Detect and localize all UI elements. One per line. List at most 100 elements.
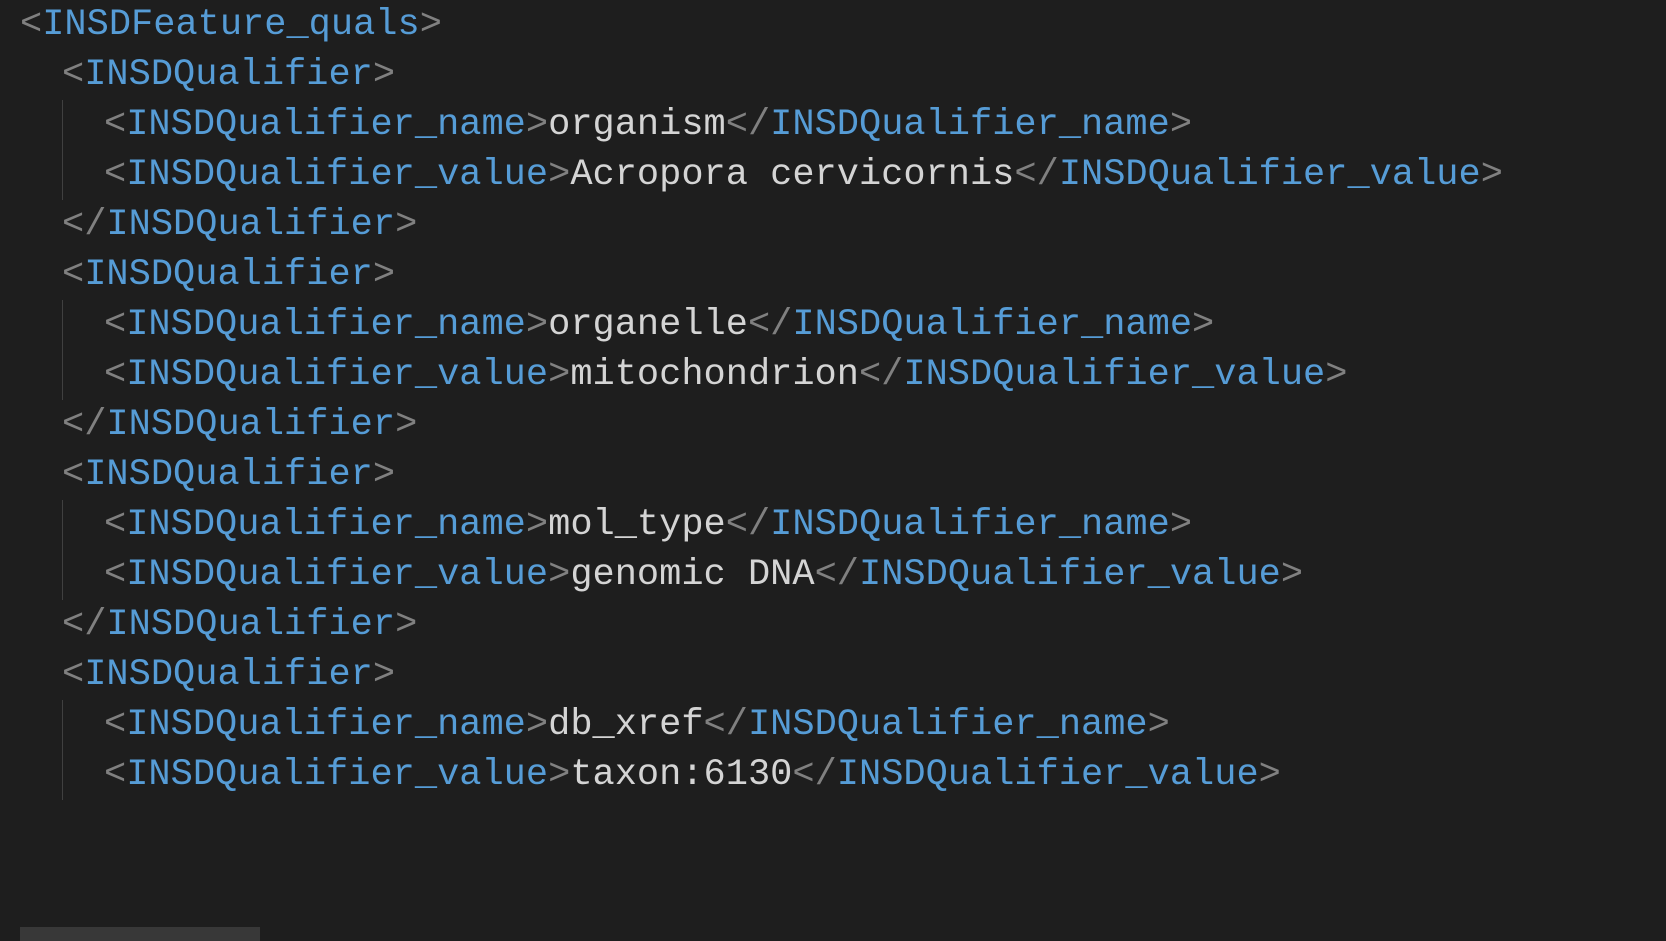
gutter-space (0, 650, 20, 700)
indent-guide (20, 250, 62, 300)
xml-bracket: < (62, 654, 84, 696)
xml-bracket: > (395, 404, 417, 446)
indent-guides (20, 750, 104, 800)
xml-bracket: </ (792, 754, 836, 796)
xml-bracket: > (373, 54, 395, 96)
xml-bracket: > (1170, 504, 1192, 546)
code-content: <INSDQualifier_value>taxon:6130</INSDQua… (104, 750, 1281, 800)
xml-bracket: > (526, 104, 548, 146)
xml-bracket: < (104, 704, 126, 746)
gutter-space (0, 300, 20, 350)
xml-tag-name: INSDQualifier_name (792, 304, 1192, 346)
xml-bracket: </ (62, 404, 106, 446)
indent-guide (20, 400, 62, 450)
indent-guide (20, 600, 62, 650)
xml-bracket: < (62, 54, 84, 96)
xml-tag-name: INSDQualifier (84, 254, 373, 296)
xml-text: genomic DNA (570, 554, 814, 596)
xml-tag-name: INSDQualifier (106, 604, 395, 646)
indent-guide (20, 300, 62, 350)
xml-bracket: </ (726, 104, 770, 146)
xml-tag-name: INSDQualifier_value (837, 754, 1259, 796)
indent-guide (20, 650, 62, 700)
code-line[interactable]: <INSDQualifier_name>organism</INSDQualif… (0, 100, 1666, 150)
xml-bracket: < (104, 304, 126, 346)
gutter-space (0, 600, 20, 650)
xml-bracket: </ (704, 704, 748, 746)
gutter-space (0, 0, 20, 50)
xml-tag-name: INSDQualifier (84, 454, 373, 496)
code-line[interactable]: </INSDQualifier> (0, 600, 1666, 650)
code-line[interactable]: <INSDQualifier_value>genomic DNA</INSDQu… (0, 550, 1666, 600)
xml-tag-name: INSDQualifier (84, 54, 373, 96)
indent-guides (20, 50, 62, 100)
indent-guide (62, 700, 104, 750)
code-content: </INSDQualifier> (62, 200, 417, 250)
code-line[interactable]: <INSDQualifier_value>mitochondrion</INSD… (0, 350, 1666, 400)
xml-bracket: < (104, 104, 126, 146)
code-line[interactable]: <INSDQualifier_value>Acropora cervicorni… (0, 150, 1666, 200)
gutter-space (0, 200, 20, 250)
code-content: <INSDQualifier_value>genomic DNA</INSDQu… (104, 550, 1303, 600)
xml-bracket: </ (859, 354, 903, 396)
code-content: <INSDQualifier_name>mol_type</INSDQualif… (104, 500, 1192, 550)
indent-guides (20, 400, 62, 450)
indent-guide (62, 550, 104, 600)
xml-bracket: > (1148, 704, 1170, 746)
code-content: <INSDFeature_quals> (20, 0, 442, 50)
xml-bracket: </ (726, 504, 770, 546)
code-content: <INSDQualifier> (62, 450, 395, 500)
code-content: </INSDQualifier> (62, 600, 417, 650)
indent-guide (20, 350, 62, 400)
code-content: <INSDQualifier_name>organism</INSDQualif… (104, 100, 1192, 150)
code-line[interactable]: <INSDQualifier_value>taxon:6130</INSDQua… (0, 750, 1666, 800)
indent-guides (20, 200, 62, 250)
indent-guide (62, 500, 104, 550)
gutter-space (0, 50, 20, 100)
xml-tag-name: INSDQualifier_value (126, 354, 548, 396)
indent-guides (20, 300, 104, 350)
xml-bracket: > (373, 254, 395, 296)
indent-guide (62, 100, 104, 150)
gutter-space (0, 100, 20, 150)
code-editor[interactable]: <INSDFeature_quals><INSDQualifier><INSDQ… (0, 0, 1666, 800)
indent-guide (20, 450, 62, 500)
code-line[interactable]: <INSDQualifier> (0, 650, 1666, 700)
xml-bracket: > (526, 504, 548, 546)
xml-bracket: > (548, 554, 570, 596)
indent-guide (20, 200, 62, 250)
horizontal-scrollbar[interactable] (20, 927, 260, 941)
code-content: <INSDQualifier_name>db_xref</INSDQualifi… (104, 700, 1170, 750)
indent-guides (20, 600, 62, 650)
indent-guide (20, 50, 62, 100)
xml-tag-name: INSDQualifier_value (1059, 154, 1481, 196)
code-line[interactable]: <INSDQualifier> (0, 50, 1666, 100)
code-content: <INSDQualifier_name>organelle</INSDQuali… (104, 300, 1214, 350)
gutter-space (0, 150, 20, 200)
code-line[interactable]: <INSDQualifier> (0, 450, 1666, 500)
code-content: </INSDQualifier> (62, 400, 417, 450)
xml-bracket: > (1281, 554, 1303, 596)
code-line[interactable]: <INSDQualifier_name>db_xref</INSDQualifi… (0, 700, 1666, 750)
code-line[interactable]: </INSDQualifier> (0, 400, 1666, 450)
xml-bracket: > (1325, 354, 1347, 396)
code-line[interactable]: <INSDQualifier> (0, 250, 1666, 300)
code-line[interactable]: <INSDQualifier_name>mol_type</INSDQualif… (0, 500, 1666, 550)
indent-guides (20, 650, 62, 700)
xml-tag-name: INSDQualifier (106, 204, 395, 246)
xml-tag-name: INSDQualifier_name (126, 704, 526, 746)
xml-bracket: < (20, 4, 42, 46)
code-content: <INSDQualifier> (62, 50, 395, 100)
xml-bracket: > (1192, 304, 1214, 346)
code-line[interactable]: <INSDQualifier_name>organelle</INSDQuali… (0, 300, 1666, 350)
indent-guides (20, 100, 104, 150)
code-line[interactable]: <INSDFeature_quals> (0, 0, 1666, 50)
code-content: <INSDQualifier> (62, 650, 395, 700)
xml-tag-name: INSDQualifier_value (126, 154, 548, 196)
indent-guides (20, 550, 104, 600)
indent-guides (20, 150, 104, 200)
xml-text: db_xref (548, 704, 703, 746)
xml-text: mitochondrion (570, 354, 859, 396)
code-line[interactable]: </INSDQualifier> (0, 200, 1666, 250)
code-content: <INSDQualifier_value>Acropora cervicorni… (104, 150, 1503, 200)
